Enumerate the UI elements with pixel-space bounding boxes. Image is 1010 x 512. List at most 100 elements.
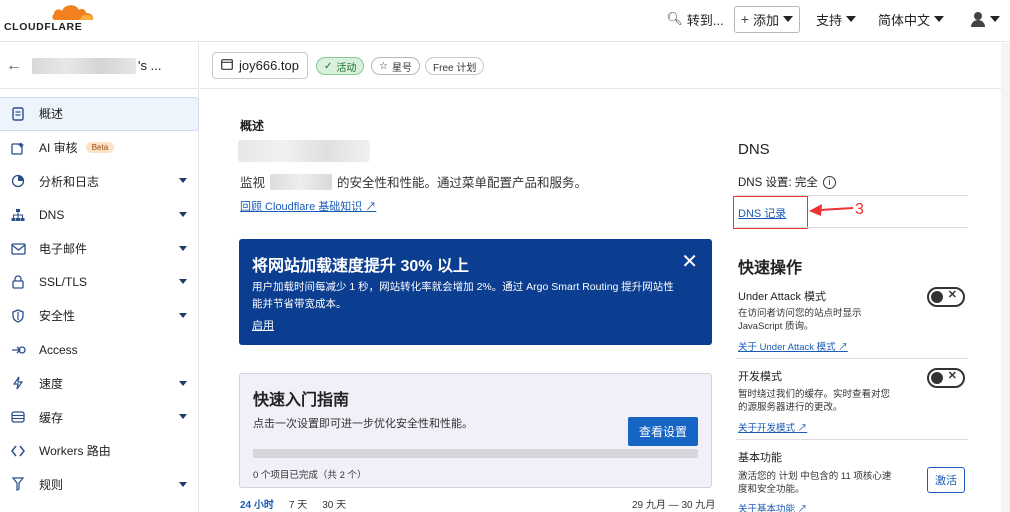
add-button[interactable]: + 添加 <box>733 5 800 33</box>
chevron-down-icon <box>179 414 187 420</box>
dev-mode-link[interactable]: 关于开发模式 ↗ <box>738 420 807 434</box>
sidebar-item-overview[interactable]: 概述 <box>0 97 199 131</box>
page-title-redacted <box>238 140 370 162</box>
annotation-arrow-icon <box>809 204 854 216</box>
divider <box>736 439 968 440</box>
ai-audit-icon <box>10 140 26 156</box>
user-menu[interactable] <box>970 11 1000 27</box>
under-attack-desc: 在访问者访问您的站点时显示 JavaScript 质询。 <box>738 308 862 332</box>
close-icon: ✕ <box>947 370 957 382</box>
sidebar-item-access[interactable]: Access <box>0 333 199 367</box>
account-name-suffix: 's ... <box>138 58 162 73</box>
sidebar-item-label: DNS <box>39 207 65 222</box>
basic-features-link[interactable]: 关于基本功能 ↗ <box>738 501 807 512</box>
network-icon <box>10 207 26 223</box>
status-label: 活动 <box>336 62 357 74</box>
quick-actions-heading: 快速操作 <box>738 260 803 277</box>
guide-progress-count: 0 个项目已完成（共 2 个） <box>253 470 367 481</box>
sidebar-item-email[interactable]: 电子邮件 <box>0 232 199 266</box>
sidebar-item-label: 缓存 <box>39 410 64 425</box>
tab-7d[interactable]: 7 天 <box>289 496 307 511</box>
overview-label: 概述 <box>240 119 265 133</box>
goto-button[interactable]: 🔍︎ 转到... <box>666 10 723 29</box>
plan-label: Free 计划 <box>433 62 477 74</box>
chevron-down-icon <box>179 313 187 319</box>
sidebar-item-ai-audit[interactable]: AI 审核 Beta <box>0 131 199 165</box>
intro-prefix: 监视 <box>240 176 266 190</box>
star-button[interactable]: ☆ 星号 <box>371 57 420 75</box>
under-attack-title: Under Attack 模式 <box>738 291 827 303</box>
account-name-redacted <box>32 57 136 74</box>
sidebar-item-analytics[interactable]: 分析和日志 <box>0 164 199 198</box>
sidebar-item-speed[interactable]: 速度 <box>0 367 199 401</box>
dev-mode-desc: 暂时绕过我们的缓存。实时查看对您的源服务器进行的更改。 <box>738 389 891 413</box>
top-bar: CLOUDFLARE 🔍︎ 转到... + 添加 支持 简体中文 <box>0 0 1010 42</box>
scrollbar[interactable] <box>1001 43 1010 512</box>
sidebar-item-cache[interactable]: 缓存 <box>0 400 199 434</box>
account-switcher[interactable]: ← 's ... <box>0 43 199 89</box>
info-icon[interactable]: i <box>822 175 836 189</box>
chevron-down-icon <box>845 16 856 22</box>
divider <box>736 358 968 359</box>
goto-label: 转到... <box>686 12 724 28</box>
sidebar-item-label: AI 审核 <box>39 141 78 156</box>
tab-24h[interactable]: 24 小时 <box>240 496 274 511</box>
check-icon: ✓ <box>324 60 333 72</box>
dns-heading: DNS <box>738 141 770 158</box>
date-range: 29 九月 — 30 九月 <box>632 500 716 511</box>
workers-icon <box>10 443 26 459</box>
sidebar-item-rules[interactable]: 规则 <box>0 468 199 502</box>
dev-mode-title: 开发模式 <box>738 371 782 383</box>
top-actions: 🔍︎ 转到... + 添加 支持 简体中文 <box>650 5 1000 33</box>
under-attack-link[interactable]: 关于 Under Attack 模式 ↗ <box>738 339 848 353</box>
support-menu[interactable]: 支持 <box>816 10 856 29</box>
sidebar-item-label: Workers 路由 <box>39 444 111 459</box>
dev-mode-toggle[interactable]: ✕ <box>927 368 965 388</box>
document-icon <box>10 106 26 122</box>
annotation-number: 3 <box>855 201 864 218</box>
domain-redacted <box>270 173 333 190</box>
language-menu[interactable]: 简体中文 <box>878 10 944 29</box>
argo-promo-banner: 将网站加载速度提升 30% 以上 用户加载时间每减少 1 秒，网站转化率就会增加… <box>239 239 712 345</box>
activate-button[interactable]: 激活 <box>927 467 965 493</box>
view-settings-button[interactable]: 查看设置 <box>627 417 698 446</box>
chevron-down-icon <box>990 16 1000 22</box>
chevron-down-icon <box>179 245 187 251</box>
plan-badge[interactable]: Free 计划 <box>425 57 485 75</box>
sidebar-item-workers-routes[interactable]: Workers 路由 <box>0 434 199 468</box>
promo-title: 将网站加载速度提升 30% 以上 <box>252 258 469 275</box>
dns-records-link[interactable]: DNS 记录 <box>738 205 786 221</box>
sidebar-nav: 概述 AI 审核 Beta 分析和日志 DNS 电子邮件 SSL/TLS 安全性… <box>0 97 199 501</box>
promo-body: 用户加载时间每减少 1 秒，网站转化率就会增加 2%。通过 Argo Smart… <box>252 281 674 310</box>
analytics-icon <box>10 173 26 189</box>
add-label: 添加 <box>752 12 779 28</box>
guide-title: 快速入门指南 <box>253 392 350 409</box>
lock-icon <box>10 274 26 290</box>
main-content: 概述 监视 的安全性和性能。通过菜单配置产品和服务。 回顾 Cloudflare… <box>200 90 1010 512</box>
language-label: 简体中文 <box>877 12 930 28</box>
promo-enable-link[interactable]: 启用 <box>252 317 274 333</box>
domain-selector[interactable]: joy666.top <box>212 52 308 79</box>
close-icon[interactable]: ✕ <box>681 249 698 274</box>
under-attack-toggle[interactable]: ✕ <box>927 287 965 307</box>
external-link-icon: ↗ <box>365 201 377 213</box>
chevron-down-icon <box>179 178 187 184</box>
star-label: 星号 <box>391 62 412 74</box>
basic-features-desc: 激活您的 计划 中包含的 11 项核心速度和安全功能。 <box>738 471 892 495</box>
browser-window-icon <box>221 58 233 73</box>
chevron-down-icon <box>782 16 793 22</box>
external-link-icon: ↗ <box>838 342 848 353</box>
sidebar-item-security[interactable]: 安全性 <box>0 299 199 333</box>
sidebar-item-label: 安全性 <box>39 309 76 324</box>
review-basics-link[interactable]: 回顾 Cloudflare 基础知识 ↗ <box>240 198 376 214</box>
sidebar-item-ssl-tls[interactable]: SSL/TLS <box>0 265 199 299</box>
overview-intro: 监视 的安全性和性能。通过菜单配置产品和服务。 <box>240 172 587 191</box>
cloudflare-logo[interactable]: CLOUDFLARE <box>4 2 96 38</box>
under-attack-link-label: 关于 Under Attack 模式 <box>738 342 836 353</box>
dns-setting: DNS 设置: 完全 i <box>738 174 836 190</box>
time-range-tabs: 24 小时 7 天 30 天 <box>240 496 346 511</box>
back-arrow-icon[interactable]: ← <box>6 57 22 75</box>
sidebar-item-dns[interactable]: DNS <box>0 198 199 232</box>
zone-header: joy666.top ✓ 活动 ☆ 星号 Free 计划 <box>200 43 1010 89</box>
tab-30d[interactable]: 30 天 <box>322 496 346 511</box>
